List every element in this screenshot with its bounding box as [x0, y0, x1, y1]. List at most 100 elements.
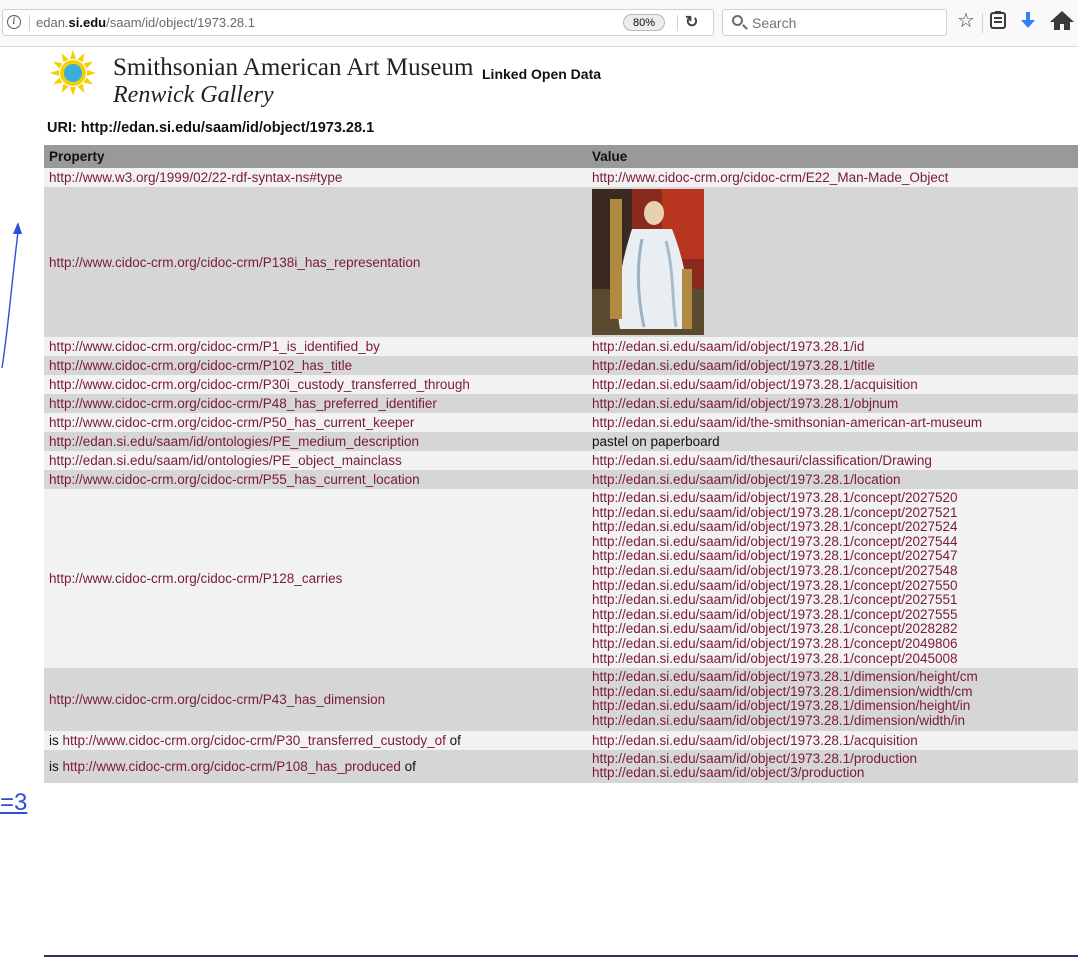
value-link[interactable]: http://edan.si.edu/saam/id/object/1973.2…	[592, 733, 918, 748]
property-table: Property Value http://www.w3.org/1999/02…	[44, 145, 1078, 783]
url-text[interactable]: edan.si.edu/saam/id/object/1973.28.1	[36, 15, 255, 30]
value-line: http://edan.si.edu/saam/id/object/1973.2…	[592, 358, 1072, 373]
property-cell: http://www.cidoc-crm.org/cidoc-crm/P48_h…	[44, 394, 587, 413]
property-link[interactable]: http://www.cidoc-crm.org/cidoc-crm/P128_…	[49, 571, 342, 586]
property-link[interactable]: http://www.cidoc-crm.org/cidoc-crm/P1_is…	[49, 339, 380, 354]
value-cell: http://edan.si.edu/saam/id/object/1973.2…	[587, 489, 1078, 669]
value-link[interactable]: http://edan.si.edu/saam/id/object/1973.2…	[592, 505, 958, 520]
inverse-suffix: of	[445, 732, 461, 748]
value-link[interactable]: http://edan.si.edu/saam/id/object/1973.2…	[592, 519, 958, 534]
value-link[interactable]: http://edan.si.edu/saam/id/object/1973.2…	[592, 534, 958, 549]
search-bar[interactable]: Search	[722, 9, 947, 36]
smithsonian-sun-logo[interactable]	[49, 49, 97, 97]
property-link[interactable]: http://edan.si.edu/saam/id/ontologies/PE…	[49, 453, 402, 468]
property-link[interactable]: http://www.cidoc-crm.org/cidoc-crm/P30i_…	[49, 377, 470, 392]
divider	[982, 13, 983, 33]
painting-thumbnail-image[interactable]	[592, 189, 704, 335]
property-link[interactable]: http://www.cidoc-crm.org/cidoc-crm/P102_…	[49, 358, 352, 373]
value-link[interactable]: http://edan.si.edu/saam/id/object/1973.2…	[592, 698, 970, 714]
zoom-level-badge[interactable]: 80%	[623, 14, 665, 31]
value-line: http://www.cidoc-crm.org/cidoc-crm/E22_M…	[592, 170, 1072, 185]
property-link[interactable]: http://www.cidoc-crm.org/cidoc-crm/P108_…	[63, 759, 401, 774]
table-row: http://www.cidoc-crm.org/cidoc-crm/P1_is…	[44, 337, 1078, 356]
value-link[interactable]: http://edan.si.edu/saam/id/object/1973.2…	[592, 339, 864, 354]
property-cell: http://www.cidoc-crm.org/cidoc-crm/P102_…	[44, 356, 587, 375]
info-icon[interactable]: i	[7, 15, 21, 29]
bookmark-star-icon[interactable]: ☆	[957, 10, 975, 32]
value-link[interactable]: http://edan.si.edu/saam/id/object/1973.2…	[592, 684, 972, 699]
value-link[interactable]: http://edan.si.edu/saam/id/object/1973.2…	[592, 396, 898, 411]
property-link[interactable]: http://www.cidoc-crm.org/cidoc-crm/P138i…	[49, 255, 420, 270]
reload-icon[interactable]: ↻	[685, 12, 698, 32]
table-row: http://www.cidoc-crm.org/cidoc-crm/P128_…	[44, 489, 1078, 669]
column-header-value: Value	[587, 145, 1078, 168]
value-link[interactable]: http://edan.si.edu/saam/id/object/3/prod…	[592, 765, 864, 780]
value-cell	[587, 187, 1078, 337]
property-cell: http://www.cidoc-crm.org/cidoc-crm/P128_…	[44, 489, 587, 669]
address-bar[interactable]: i edan.si.edu/saam/id/object/1973.28.1 8…	[2, 9, 714, 36]
value-link[interactable]: http://edan.si.edu/saam/id/object/1973.2…	[592, 621, 958, 637]
table-row: http://www.cidoc-crm.org/cidoc-crm/P50_h…	[44, 413, 1078, 432]
site-title[interactable]: Smithsonian American Art Museum	[113, 54, 473, 82]
value-link[interactable]: http://edan.si.edu/saam/id/object/1973.2…	[592, 358, 875, 373]
property-cell: http://www.cidoc-crm.org/cidoc-crm/P43_h…	[44, 668, 587, 731]
value-cell: http://edan.si.edu/saam/id/object/1973.2…	[587, 356, 1078, 375]
value-line: http://edan.si.edu/saam/id/object/1973.2…	[592, 651, 1072, 667]
value-line: http://edan.si.edu/saam/id/object/1973.2…	[592, 490, 1072, 506]
table-row: http://www.cidoc-crm.org/cidoc-crm/P55_h…	[44, 470, 1078, 489]
value-cell: http://edan.si.edu/saam/id/thesauri/clas…	[587, 451, 1078, 470]
divider	[677, 15, 678, 31]
value-link[interactable]: http://www.cidoc-crm.org/cidoc-crm/E22_M…	[592, 170, 948, 185]
value-link[interactable]: http://edan.si.edu/saam/id/object/1973.2…	[592, 751, 917, 766]
divider	[29, 15, 30, 31]
site-subtitle[interactable]: Renwick Gallery	[113, 81, 274, 109]
value-link[interactable]: http://edan.si.edu/saam/id/object/1973.2…	[592, 377, 918, 392]
value-link[interactable]: http://edan.si.edu/saam/id/object/1973.2…	[592, 669, 978, 684]
value-link[interactable]: http://edan.si.edu/saam/id/object/1973.2…	[592, 607, 958, 622]
property-cell: is http://www.cidoc-crm.org/cidoc-crm/P1…	[44, 749, 587, 783]
value-link[interactable]: http://edan.si.edu/saam/id/object/1973.2…	[592, 548, 958, 564]
value-link[interactable]: http://edan.si.edu/saam/id/the-smithsoni…	[592, 415, 982, 430]
value-cell: http://edan.si.edu/saam/id/object/1973.2…	[587, 730, 1078, 750]
property-link[interactable]: http://www.w3.org/1999/02/22-rdf-syntax-…	[49, 170, 342, 185]
value-line: http://edan.si.edu/saam/id/thesauri/clas…	[592, 453, 1072, 468]
value-link[interactable]: http://edan.si.edu/saam/id/object/1973.2…	[592, 592, 958, 607]
property-link[interactable]: http://www.cidoc-crm.org/cidoc-crm/P55_h…	[49, 472, 420, 487]
linked-open-data-label: Linked Open Data	[482, 66, 602, 82]
property-cell: http://www.cidoc-crm.org/cidoc-crm/P1_is…	[44, 337, 587, 356]
reader-list-icon[interactable]	[989, 10, 1007, 35]
value-link[interactable]: http://edan.si.edu/saam/id/object/1973.2…	[592, 472, 900, 487]
table-row: http://www.cidoc-crm.org/cidoc-crm/P30i_…	[44, 375, 1078, 394]
property-link[interactable]: http://www.cidoc-crm.org/cidoc-crm/P43_h…	[49, 692, 385, 707]
value-line: http://edan.si.edu/saam/id/object/1973.2…	[592, 549, 1072, 564]
value-link[interactable]: http://edan.si.edu/saam/id/object/1973.2…	[592, 713, 965, 728]
value-cell: http://edan.si.edu/saam/id/object/1973.2…	[587, 337, 1078, 356]
value-line: http://edan.si.edu/saam/id/object/1973.2…	[592, 519, 1072, 535]
value-link[interactable]: http://edan.si.edu/saam/id/object/1973.2…	[592, 578, 958, 593]
value-link[interactable]: http://edan.si.edu/saam/id/object/1973.2…	[592, 490, 958, 505]
property-link[interactable]: http://www.cidoc-crm.org/cidoc-crm/P48_h…	[49, 396, 437, 411]
value-cell: http://edan.si.edu/saam/id/object/1973.2…	[587, 470, 1078, 489]
home-icon[interactable]	[1050, 10, 1074, 35]
download-arrow-glyph	[1021, 12, 1035, 28]
url-prefix: edan.	[36, 15, 69, 30]
value-line: http://edan.si.edu/saam/id/object/1973.2…	[592, 505, 1072, 521]
value-link[interactable]: http://edan.si.edu/saam/id/object/1973.2…	[592, 651, 958, 666]
inverse-prefix: is	[49, 758, 63, 774]
value-line: http://edan.si.edu/saam/id/object/1973.2…	[592, 684, 1072, 700]
property-link[interactable]: http://www.cidoc-crm.org/cidoc-crm/P30_t…	[63, 733, 446, 748]
value-link[interactable]: http://edan.si.edu/saam/id/thesauri/clas…	[592, 453, 932, 468]
url-path: /saam/id/object/1973.28.1	[106, 15, 256, 30]
value-line: http://edan.si.edu/saam/id/object/1973.2…	[592, 713, 1072, 729]
value-line: http://edan.si.edu/saam/id/object/1973.2…	[592, 622, 1072, 637]
value-link[interactable]: http://edan.si.edu/saam/id/object/1973.2…	[592, 636, 958, 651]
value-link[interactable]: http://edan.si.edu/saam/id/object/1973.2…	[592, 563, 958, 578]
table-row: http://edan.si.edu/saam/id/ontologies/PE…	[44, 451, 1078, 470]
property-cell: is http://www.cidoc-crm.org/cidoc-crm/P3…	[44, 730, 587, 750]
property-link[interactable]: http://edan.si.edu/saam/id/ontologies/PE…	[49, 434, 419, 449]
download-icon[interactable]	[1020, 10, 1036, 35]
inverse-prefix: is	[49, 732, 63, 748]
value-line: http://edan.si.edu/saam/id/object/1973.2…	[592, 472, 1072, 487]
property-link[interactable]: http://www.cidoc-crm.org/cidoc-crm/P50_h…	[49, 415, 414, 430]
search-icon	[732, 15, 743, 26]
